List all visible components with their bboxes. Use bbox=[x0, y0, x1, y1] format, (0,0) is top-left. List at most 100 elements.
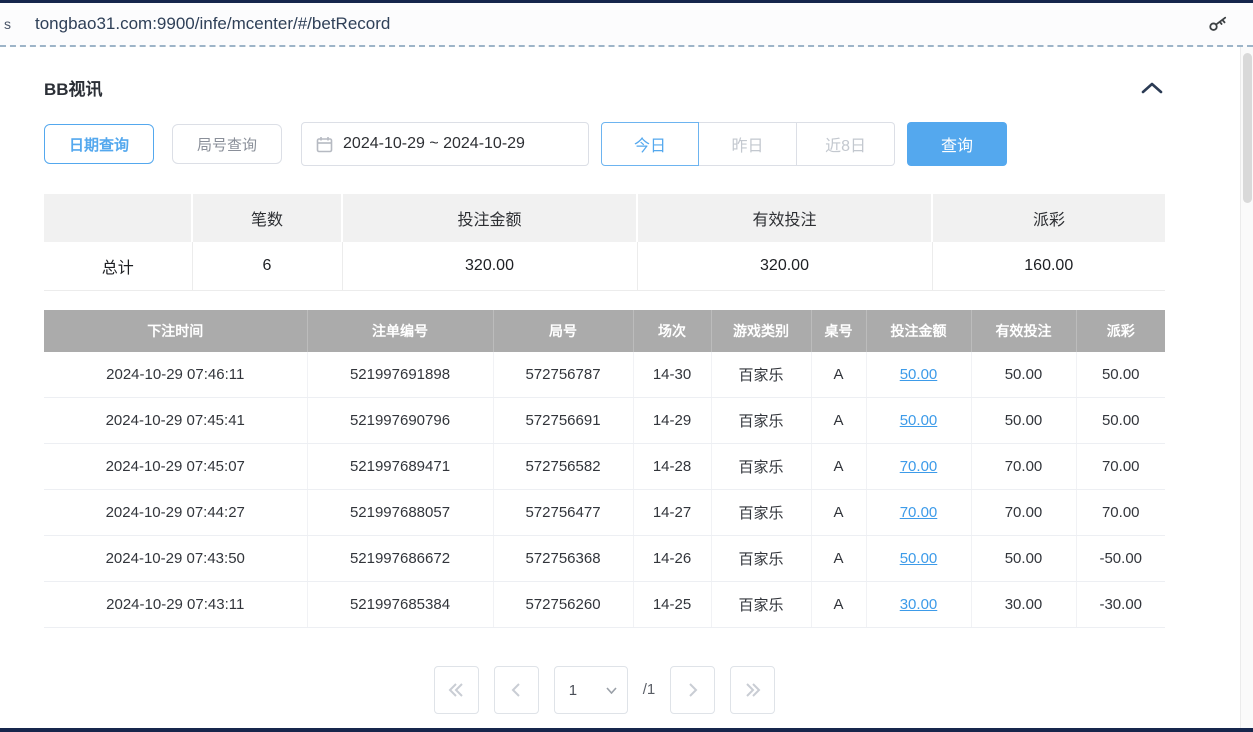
bet-record-row: 2024-10-29 07:44:27 521997688057 5727564… bbox=[44, 490, 1165, 536]
cell-session: 14-27 bbox=[633, 490, 711, 536]
cell-payout: 50.00 bbox=[1076, 352, 1165, 398]
cell-bet-amount: 30.00 bbox=[866, 582, 971, 628]
header-game-type: 游戏类别 bbox=[711, 310, 811, 352]
cell-table-number: A bbox=[811, 398, 866, 444]
bet-record-row: 2024-10-29 07:43:11 521997685384 5727562… bbox=[44, 582, 1165, 628]
cell-payout: 70.00 bbox=[1076, 490, 1165, 536]
cell-session: 14-30 bbox=[633, 352, 711, 398]
bet-amount-link[interactable]: 30.00 bbox=[900, 596, 938, 613]
scrollbar[interactable] bbox=[1240, 47, 1253, 732]
bet-amount-link[interactable]: 50.00 bbox=[900, 412, 938, 429]
cell-table-number: A bbox=[811, 582, 866, 628]
card-header: BB视讯 bbox=[44, 75, 1165, 100]
cell-game-type: 百家乐 bbox=[711, 582, 811, 628]
header-order-number: 注单编号 bbox=[307, 310, 493, 352]
cell-order-number: 521997688057 bbox=[307, 490, 493, 536]
summary-header-blank bbox=[44, 194, 192, 242]
cell-session: 14-29 bbox=[633, 398, 711, 444]
cell-session: 14-28 bbox=[633, 444, 711, 490]
last-page-button[interactable] bbox=[730, 666, 775, 714]
chevron-up-icon[interactable] bbox=[1139, 81, 1165, 95]
bet-record-table: 下注时间 注单编号 局号 场次 游戏类别 桌号 投注金额 有效投注 派彩 202… bbox=[44, 310, 1165, 629]
page-select-value: 1 bbox=[569, 682, 577, 699]
date-range-input[interactable]: 2024-10-29 ~ 2024-10-29 bbox=[301, 122, 589, 166]
header-bet-time: 下注时间 bbox=[44, 310, 307, 352]
cell-bet-amount: 70.00 bbox=[866, 490, 971, 536]
cell-round-number: 572756691 bbox=[493, 398, 633, 444]
cell-session: 14-25 bbox=[633, 582, 711, 628]
cell-bet-time: 2024-10-29 07:44:27 bbox=[44, 490, 307, 536]
header-session: 场次 bbox=[633, 310, 711, 352]
header-round-number: 局号 bbox=[493, 310, 633, 352]
header-valid-bet: 有效投注 bbox=[971, 310, 1076, 352]
cell-order-number: 521997686672 bbox=[307, 536, 493, 582]
cell-payout: 70.00 bbox=[1076, 444, 1165, 490]
search-button[interactable]: 查询 bbox=[907, 122, 1007, 166]
yesterday-button[interactable]: 昨日 bbox=[699, 122, 797, 166]
bet-record-row: 2024-10-29 07:43:50 521997686672 5727563… bbox=[44, 536, 1165, 582]
page-select[interactable]: 1 bbox=[554, 666, 628, 714]
url-text[interactable]: tongbao31.com:9900/infe/mcenter/#/betRec… bbox=[35, 14, 1205, 34]
bet-record-row: 2024-10-29 07:45:07 521997689471 5727565… bbox=[44, 444, 1165, 490]
scrollbar-thumb[interactable] bbox=[1243, 53, 1252, 203]
key-icon[interactable] bbox=[1205, 13, 1231, 35]
cell-round-number: 572756477 bbox=[493, 490, 633, 536]
bet-table-body: 2024-10-29 07:46:11 521997691898 5727567… bbox=[44, 352, 1165, 628]
summary-total-label: 总计 bbox=[44, 242, 192, 290]
cell-round-number: 572756260 bbox=[493, 582, 633, 628]
page-title: BB视讯 bbox=[44, 75, 103, 100]
summary-header-payout: 派彩 bbox=[932, 194, 1165, 242]
cell-round-number: 572756582 bbox=[493, 444, 633, 490]
bet-amount-link[interactable]: 50.00 bbox=[900, 366, 938, 383]
summary-header-count: 笔数 bbox=[192, 194, 342, 242]
bet-record-row: 2024-10-29 07:46:11 521997691898 5727567… bbox=[44, 352, 1165, 398]
today-button[interactable]: 今日 bbox=[601, 122, 699, 166]
summary-payout-value: 160.00 bbox=[932, 242, 1165, 290]
round-query-tab[interactable]: 局号查询 bbox=[172, 124, 282, 164]
summary-table: 笔数 投注金额 有效投注 派彩 总计 6 320.00 320.00 160.0… bbox=[44, 194, 1165, 291]
chevron-down-icon bbox=[606, 687, 617, 694]
bet-record-page: BB视讯 日期查询 局号查询 2024-10-29 ~ 2024-10-29 今… bbox=[0, 47, 1240, 732]
cell-session: 14-26 bbox=[633, 536, 711, 582]
cell-order-number: 521997690796 bbox=[307, 398, 493, 444]
bet-amount-link[interactable]: 70.00 bbox=[900, 458, 938, 475]
cell-order-number: 521997685384 bbox=[307, 582, 493, 628]
favicon-fragment: s bbox=[4, 16, 11, 32]
cell-round-number: 572756368 bbox=[493, 536, 633, 582]
cell-bet-amount: 70.00 bbox=[866, 444, 971, 490]
date-query-tab[interactable]: 日期查询 bbox=[44, 124, 154, 164]
cell-valid-bet: 70.00 bbox=[971, 490, 1076, 536]
cell-bet-time: 2024-10-29 07:43:11 bbox=[44, 582, 307, 628]
calendar-icon bbox=[316, 136, 333, 153]
cell-game-type: 百家乐 bbox=[711, 352, 811, 398]
cell-game-type: 百家乐 bbox=[711, 490, 811, 536]
prev-page-button[interactable] bbox=[494, 666, 539, 714]
quick-date-group: 今日 昨日 近8日 bbox=[601, 122, 895, 166]
cell-game-type: 百家乐 bbox=[711, 536, 811, 582]
cell-bet-time: 2024-10-29 07:45:07 bbox=[44, 444, 307, 490]
next-page-button[interactable] bbox=[670, 666, 715, 714]
cell-table-number: A bbox=[811, 352, 866, 398]
filter-row: 日期查询 局号查询 2024-10-29 ~ 2024-10-29 今日 昨日 … bbox=[44, 122, 1165, 166]
browser-url-bar[interactable]: s tongbao31.com:9900/infe/mcenter/#/betR… bbox=[0, 0, 1253, 47]
cell-payout: -30.00 bbox=[1076, 582, 1165, 628]
cell-bet-time: 2024-10-29 07:46:11 bbox=[44, 352, 307, 398]
last-8-days-button[interactable]: 近8日 bbox=[797, 122, 895, 166]
cell-bet-amount: 50.00 bbox=[866, 536, 971, 582]
page-total: /1 bbox=[643, 666, 656, 714]
summary-total-row: 总计 6 320.00 320.00 160.00 bbox=[44, 242, 1165, 290]
cell-order-number: 521997691898 bbox=[307, 352, 493, 398]
summary-valid-bet-value: 320.00 bbox=[637, 242, 932, 290]
cell-valid-bet: 70.00 bbox=[971, 444, 1076, 490]
cell-valid-bet: 30.00 bbox=[971, 582, 1076, 628]
cell-valid-bet: 50.00 bbox=[971, 398, 1076, 444]
bet-amount-link[interactable]: 70.00 bbox=[900, 504, 938, 521]
bet-amount-link[interactable]: 50.00 bbox=[900, 550, 938, 567]
cell-bet-amount: 50.00 bbox=[866, 352, 971, 398]
date-range-value: 2024-10-29 ~ 2024-10-29 bbox=[343, 135, 525, 153]
first-page-button[interactable] bbox=[434, 666, 479, 714]
cell-table-number: A bbox=[811, 536, 866, 582]
pagination: 1 /1 bbox=[44, 666, 1165, 714]
summary-header-bet-amount: 投注金额 bbox=[342, 194, 637, 242]
summary-header-valid-bet: 有效投注 bbox=[637, 194, 932, 242]
